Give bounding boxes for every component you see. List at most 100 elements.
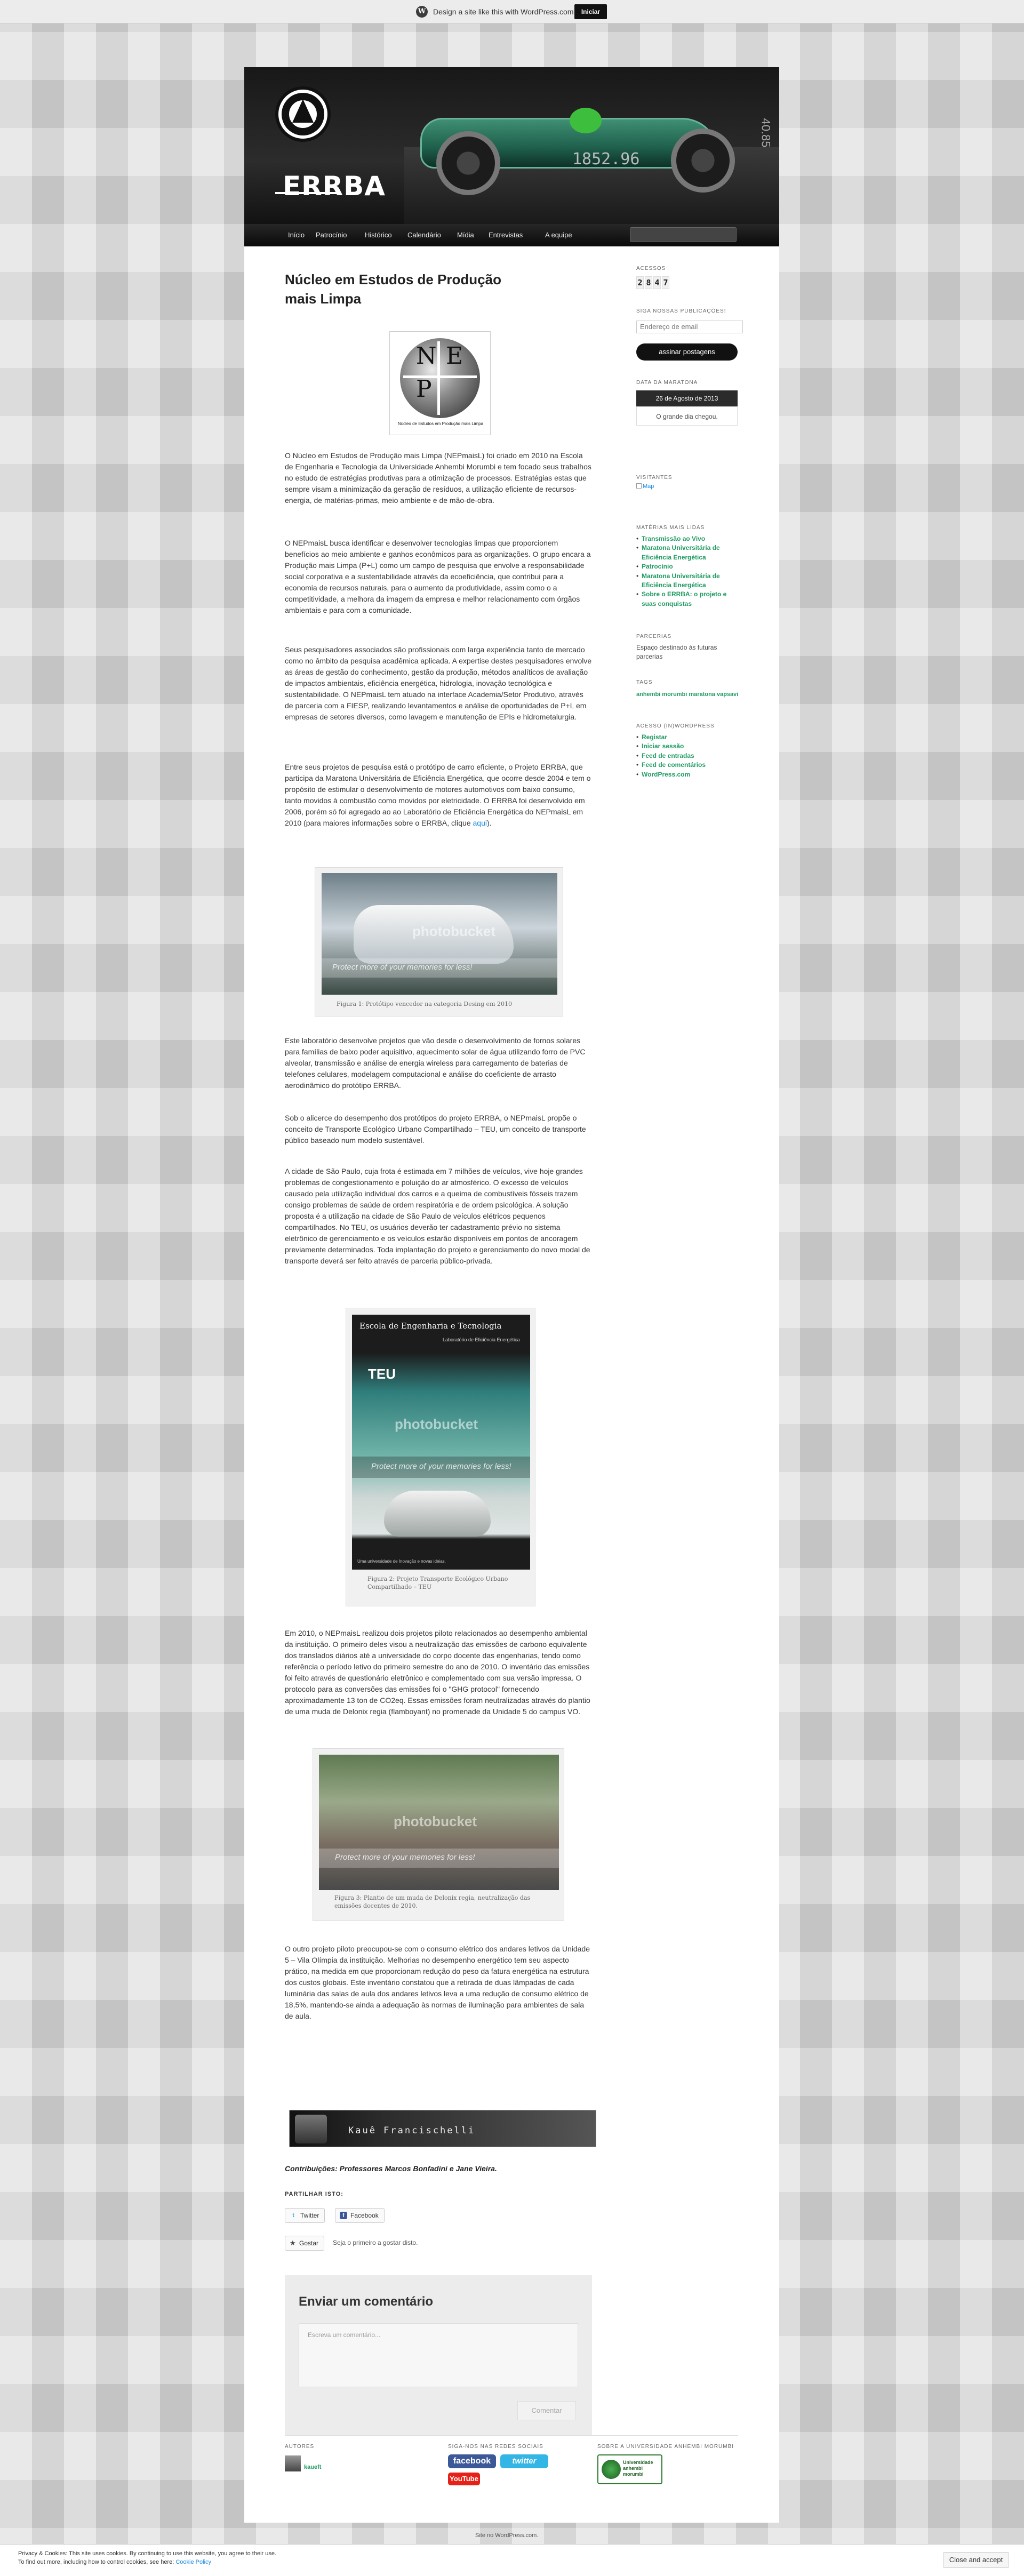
contributions-text: Contribuições: Professores Marcos Bonfad… [285, 2164, 497, 2173]
facebook-link[interactable]: facebook [448, 2454, 496, 2468]
author-link[interactable]: kaueft [304, 2464, 321, 2470]
watermark-banner: Protect more of your memories for less! [371, 1462, 511, 1471]
wordpress-promo-bar: W Design a site like this with WordPress… [0, 0, 1024, 23]
figure-1-caption: Figura 1: Protótipo vencedor na categori… [337, 1001, 512, 1007]
avatar[interactable] [285, 2455, 301, 2471]
nav-item-entrevistas[interactable]: Entrevistas [489, 224, 523, 246]
poster-subtitle: Laboratório de Eficiência Energética [443, 1337, 520, 1342]
banner-side-text: 40.85 [759, 118, 773, 148]
nav-item-historico[interactable]: Histórico [365, 224, 392, 246]
nav-item-midia[interactable]: Mídia [457, 224, 474, 246]
counter-digit: 2 [636, 276, 644, 289]
top-post-link[interactable]: Maratona Universitária de Eficiência Ene… [642, 572, 720, 589]
maratona-text: O grande dia chegou. [636, 406, 738, 426]
top-posts-list: Transmissão ao Vivo Maratona Universitár… [636, 534, 743, 609]
cookie-text-line1: Privacy & Cookies: This site uses cookie… [18, 2550, 277, 2557]
register-link[interactable]: Registar [642, 733, 667, 741]
site-credit-link[interactable]: Site no WordPress.com. [475, 2532, 538, 2539]
paragraph-tail: ). [486, 819, 492, 827]
figure-3: photobucket Protect more of your memorie… [313, 1748, 564, 1921]
figure-3-image[interactable]: photobucket Protect more of your memorie… [319, 1755, 559, 1890]
figure-3-caption: Figura 3: Plantio de um muda de Delonix … [334, 1894, 531, 1910]
counter-digit: 4 [653, 276, 661, 289]
wordpress-link[interactable]: WordPress.com [642, 771, 690, 778]
list-item: WordPress.com [636, 770, 743, 780]
figure-2: Escola de Engenharia e Tecnologia Labora… [346, 1308, 535, 1606]
comments-feed-link[interactable]: Feed de comentários [642, 761, 706, 769]
twitter-icon: t [292, 2212, 294, 2219]
broken-image-icon [636, 483, 642, 489]
acesso-title: ACESSO (IN)WORDPRESS [636, 723, 715, 729]
header-banner[interactable]: 1852.96 40.85 ERRBA [244, 67, 779, 224]
list-item: Transmissão ao Vivo [636, 534, 743, 544]
list-item: Iniciar sessão [636, 742, 743, 751]
comment-submit-button[interactable]: Comentar [517, 2401, 576, 2420]
author-signature-image: Kauê Francischelli [289, 2110, 596, 2147]
share-facebook-label: Facebook [350, 2212, 379, 2219]
share-facebook-button[interactable]: f Facebook [335, 2208, 385, 2223]
tag-cloud[interactable]: anhembi morumbi maratona vapsavi [636, 690, 743, 699]
facebook-icon: f [340, 2212, 347, 2219]
banner-wheel [436, 131, 500, 195]
comment-textarea[interactable]: Escreva um comentário... [299, 2323, 578, 2387]
like-text: Seja o primeiro a gostar disto. [333, 2239, 418, 2246]
list-item: Maratona Universitária de Eficiência Ene… [636, 543, 743, 562]
post-paragraph: Entre seus projetos de pesquisa está o p… [285, 762, 592, 829]
figure-1-image[interactable]: photobucket Protect more of your memorie… [322, 873, 557, 995]
entries-feed-link[interactable]: Feed de entradas [642, 752, 694, 759]
cookie-policy-link[interactable]: Cookie Policy [175, 2559, 211, 2565]
counter-digit: 8 [645, 276, 652, 289]
logo-triangle-icon [292, 99, 314, 123]
page-container: 1852.96 40.85 ERRBA Início Patrocínio Hi… [244, 67, 779, 2523]
map-alt-text: Map [643, 483, 654, 490]
wordpress-logo-icon: W [416, 6, 428, 18]
nav-item-calendario[interactable]: Calendário [407, 224, 441, 246]
banner-helmet [570, 108, 602, 133]
close-and-accept-button[interactable]: Close and accept [943, 2552, 1009, 2568]
promo-start-button[interactable]: Iniciar [574, 4, 607, 19]
email-field[interactable]: Endereço de email [636, 321, 743, 333]
meta-links-list: Registar Iniciar sessão Feed de entradas… [636, 733, 743, 779]
poster-footer: Uma universidade de Inovação e novas ide… [357, 1559, 446, 1564]
visitor-map-image[interactable]: Map [636, 483, 654, 490]
autores-title: AUTORES [285, 2444, 315, 2450]
errba-link[interactable]: aqui [473, 819, 487, 827]
signature-photo [295, 2115, 327, 2143]
logo-letter: N [416, 342, 437, 370]
share-twitter-button[interactable]: t Twitter [285, 2208, 325, 2223]
figure-2-image[interactable]: Escola de Engenharia e Tecnologia Labora… [352, 1315, 530, 1570]
list-item: Feed de entradas [636, 751, 743, 761]
share-twitter-label: Twitter [300, 2212, 319, 2219]
university-logo-link[interactable]: Universidade anhembi morumbi [597, 2454, 662, 2484]
photobucket-watermark: photobucket [395, 1416, 478, 1432]
globe-icon [602, 2460, 621, 2479]
nav-item-inicio[interactable]: Início [288, 224, 305, 246]
top-post-link[interactable]: Transmissão ao Vivo [642, 535, 705, 542]
post-paragraph: Seus pesquisadores associados são profis… [285, 645, 592, 721]
follow-title: SIGA NOSSAS PUBLICAÇÕES! [636, 308, 726, 314]
maratona-date: 26 de Agosto de 2013 [636, 390, 738, 406]
logo-letter: P [416, 375, 432, 403]
post-paragraph: O Núcleo em Estudos de Produção mais Lim… [285, 451, 591, 505]
footer-divider [285, 2435, 738, 2436]
post-paragraph: Sob o alicerce do desempenho dos protóti… [285, 1114, 586, 1145]
figure-1: photobucket Protect more of your memorie… [315, 867, 563, 1017]
nav-item-a-equipe[interactable]: A equipe [545, 224, 572, 246]
list-item: Patrocínio [636, 562, 743, 572]
site-logo-text: ERRBA [283, 171, 386, 202]
follow-button[interactable]: assinar postagens [636, 343, 738, 361]
like-button[interactable]: ★ Gostar [285, 2236, 325, 2251]
cookie-banner: Privacy & Cookies: This site uses cookie… [0, 2544, 1024, 2576]
search-input[interactable] [630, 227, 737, 242]
login-link[interactable]: Iniciar sessão [642, 742, 684, 750]
nep-logo-image: N E P Núcleo de Estudos em Produção mais… [389, 331, 491, 435]
top-post-link[interactable]: Patrocínio [642, 563, 673, 570]
top-post-link[interactable]: Maratona Universitária de Eficiência Ene… [642, 544, 720, 561]
top-post-link[interactable]: Sobre o ERRBA: o projeto e suas conquist… [642, 590, 726, 607]
nav-item-patrocinio[interactable]: Patrocínio [316, 224, 347, 246]
comment-title: Enviar um comentário [299, 2294, 434, 2309]
twitter-link[interactable]: twitter [500, 2454, 548, 2468]
poster-vehicle [384, 1491, 491, 1537]
post-title: Núcleo em Estudos de Produção mais Limpa [285, 271, 501, 307]
youtube-link[interactable]: YouTube [448, 2473, 480, 2485]
